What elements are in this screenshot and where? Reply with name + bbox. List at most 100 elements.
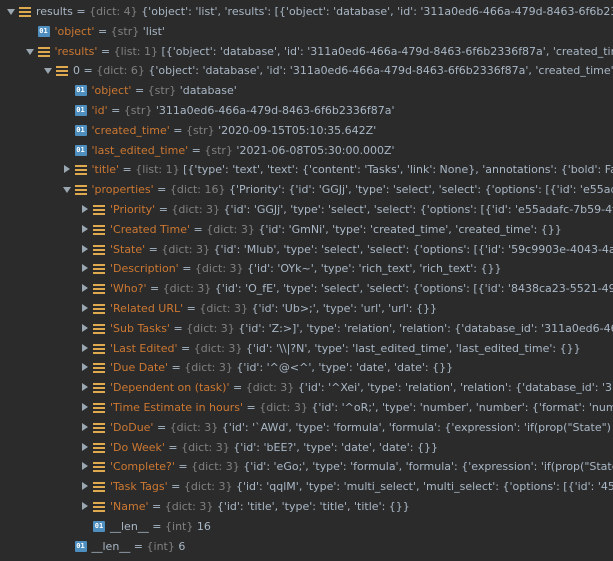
separator: = [175,460,191,473]
collapsed-arrow-icon[interactable] [80,259,90,279]
tree-row[interactable]: 01'object' = {str} 'database' [0,81,613,101]
tree-row[interactable]: 'Created Time' = {dict: 3} {'id': 'GmNi'… [0,220,613,240]
variable-type: {dict: 3} [194,342,243,355]
field-icon: 01 [75,125,87,136]
variable-name: 'results' [55,45,98,58]
variable-type: {str} [204,144,233,157]
variable-type: {str} [124,104,153,117]
collapsed-arrow-icon[interactable] [80,457,90,477]
collapsed-arrow-icon[interactable] [80,279,90,299]
variable-name: 'Do Week' [110,441,165,454]
variable-type: {str} [111,25,140,38]
collapsed-arrow-icon[interactable] [80,339,90,359]
variable-line: 'Created Time' = {dict: 3} {'id': 'GmNi'… [110,220,562,240]
collection-icon [93,264,105,274]
tree-row[interactable]: 0 = {dict: 6} {'object': 'database', 'id… [0,61,613,81]
separator: = [165,441,181,454]
tree-row[interactable]: 'Do Week' = {dict: 3} {'id': 'bEE?', 'ty… [0,438,613,458]
collection-icon [93,245,105,255]
collapsed-arrow-icon[interactable] [80,497,90,517]
tree-row[interactable]: 01'id' = {str} '311a0ed6-466a-479d-8463-… [0,101,613,121]
collapsed-arrow-icon[interactable] [80,477,90,497]
tree-row[interactable]: 01'object' = {str} 'list' [0,22,613,42]
tree-row[interactable]: 'Time Estimate in hours' = {dict: 3} {'i… [0,398,613,418]
field-icon: 01 [38,26,50,37]
tree-row[interactable]: 'Priority' = {dict: 3} {'id': 'GGJj', 't… [0,200,613,220]
tree-row[interactable]: 'Dependent on (task)' = {dict: 3} {'id':… [0,378,613,398]
tree-row[interactable]: 'State' = {dict: 3} {'id': 'Mlub', 'type… [0,240,613,260]
variable-value: {'id': 'O_fE', 'type': 'select', 'select… [215,282,613,295]
tree-row[interactable]: 'Due Date' = {dict: 3} {'id': '^@<^', 't… [0,358,613,378]
separator: = [146,282,162,295]
separator: = [170,322,186,335]
variable-type: {dict: 3} [186,322,235,335]
tree-row[interactable]: 01__len__ = {int} 16 [0,517,613,537]
tree-row[interactable]: 'Description' = {dict: 3} {'id': 'OYk~',… [0,259,613,279]
variable-name: results [36,5,73,18]
variable-value: {'id': '^oR;', 'type': 'number', 'number… [311,401,613,414]
variable-type: {dict: 3} [259,401,308,414]
collapsed-arrow-icon[interactable] [62,160,72,180]
variable-type: {dict: 3} [206,223,255,236]
variable-line: 'Name' = {dict: 3} {'id': 'title', 'type… [110,497,410,517]
variable-type: {dict: 3} [191,460,240,473]
collapsed-arrow-icon[interactable] [80,240,90,260]
separator: = [243,401,259,414]
variable-line: 'last_edited_time' = {str} '2021-06-08T0… [92,141,395,161]
variable-value: {'id': '\\|?N', 'type': 'last_edited_tim… [246,342,581,355]
tree-row[interactable]: 01__len__ = {int} 6 [0,537,613,557]
variable-value: [{'object': 'database', 'id': '311a0ed6-… [161,45,613,58]
collapsed-arrow-icon[interactable] [80,358,90,378]
tree-row[interactable]: 'Related URL' = {dict: 3} {'id': 'Ub>;',… [0,299,613,319]
collapsed-arrow-icon[interactable] [80,398,90,418]
collection-icon [93,363,105,373]
tree-row[interactable]: 'DoDue' = {dict: 3} {'id': '`AWd', 'type… [0,418,613,438]
collapsed-arrow-icon[interactable] [80,438,90,458]
separator: = [119,163,135,176]
collapsed-arrow-icon[interactable] [80,220,90,240]
collapsed-arrow-icon[interactable] [80,200,90,220]
variable-name: 'Complete?' [110,460,175,473]
collapsed-arrow-icon[interactable] [80,378,90,398]
debugger-variables-tree: results = {dict: 4} {'object': 'list', '… [0,0,613,561]
variable-line: 'Task Tags' = {dict: 3} {'id': 'qqlM', '… [110,477,613,497]
collapsed-arrow-icon[interactable] [80,319,90,339]
separator: = [190,223,206,236]
tree-row[interactable]: results = {dict: 4} {'object': 'list', '… [0,2,613,22]
variable-name: 'Who?' [110,282,146,295]
collapsed-arrow-icon[interactable] [80,418,90,438]
expanded-arrow-icon[interactable] [43,61,53,81]
separator: = [153,421,169,434]
variable-type: {dict: 3} [171,203,220,216]
variable-line: 'Do Week' = {dict: 3} {'id': 'bEE?', 'ty… [110,438,438,458]
tree-row[interactable]: 01'last_edited_time' = {str} '2021-06-08… [0,141,613,161]
variable-line: 0 = {dict: 6} {'object': 'database', 'id… [73,61,613,81]
tree-row[interactable]: 'Who?' = {dict: 3} {'id': 'O_fE', 'type'… [0,279,613,299]
separator: = [130,540,146,553]
collection-icon [38,47,50,57]
variable-name: 'title' [92,163,120,176]
variable-name: 'properties' [92,183,154,196]
tree-row[interactable]: 'Last Edited' = {dict: 3} {'id': '\\|?N'… [0,339,613,359]
variable-name: 'last_edited_time' [92,144,189,157]
tree-row[interactable]: 'results' = {list: 1} [{'object': 'datab… [0,42,613,62]
tree-row[interactable]: 'Task Tags' = {dict: 3} {'id': 'qqlM', '… [0,477,613,497]
separator: = [145,243,161,256]
tree-row[interactable]: 'title' = {list: 1} [{'type': 'text', 't… [0,160,613,180]
expanded-arrow-icon[interactable] [25,42,35,62]
expanded-arrow-icon[interactable] [6,2,16,22]
variable-name: 'DoDue' [110,421,153,434]
variable-type: {int} [147,540,175,553]
tree-row[interactable]: 'Complete?' = {dict: 3} {'id': 'eGo;', '… [0,457,613,477]
tree-row[interactable]: 01'created_time' = {str} '2020-09-15T05:… [0,121,613,141]
tree-row[interactable]: 'properties' = {dict: 16} {'Priority': {… [0,180,613,200]
variable-value: {'id': 'Ub>;', 'type': 'url', 'url': {}} [251,302,437,315]
expanded-arrow-icon[interactable] [62,180,72,200]
variable-line: 'Description' = {dict: 3} {'id': 'OYk~',… [110,259,501,279]
variable-line: 'Who?' = {dict: 3} {'id': 'O_fE', 'type'… [110,279,613,299]
separator: = [168,480,184,493]
tree-row[interactable]: 'Sub Tasks' = {dict: 3} {'id': 'Z:>]', '… [0,319,613,339]
variable-name: 'Due Date' [110,361,168,374]
tree-row[interactable]: 'Name' = {dict: 3} {'id': 'title', 'type… [0,497,613,517]
collapsed-arrow-icon[interactable] [80,299,90,319]
